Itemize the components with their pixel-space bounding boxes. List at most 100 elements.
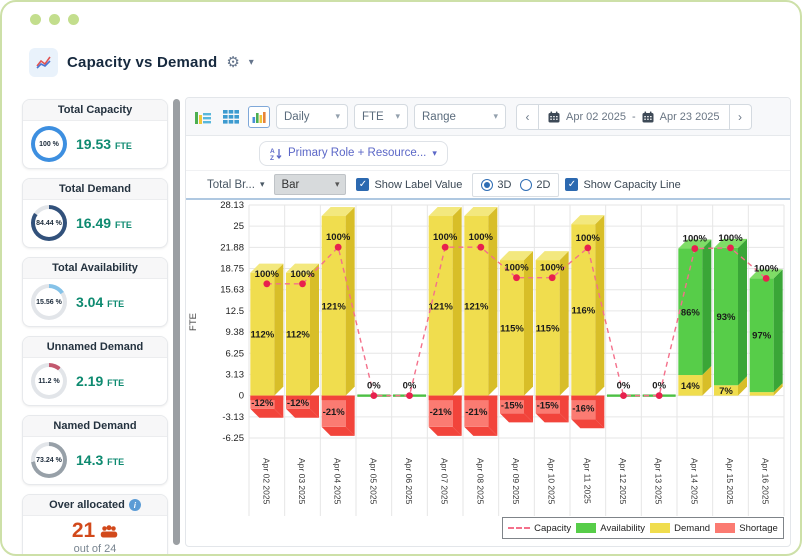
capacity-label: 0% — [652, 381, 666, 392]
stat-card-title: Named Demand — [23, 416, 167, 437]
legend-dash-swatch — [508, 527, 531, 529]
window-dot[interactable] — [68, 14, 79, 25]
show-capacity-line-checkbox[interactable]: ✓ — [565, 178, 579, 191]
availability-label: 93% — [716, 312, 736, 323]
capacity-point[interactable] — [513, 274, 520, 282]
capacity-point[interactable] — [477, 243, 485, 251]
view-toggle-bar-chart-icon[interactable] — [248, 105, 270, 128]
info-icon[interactable]: i — [128, 499, 141, 511]
legend-item[interactable]: Demand — [650, 523, 710, 534]
y-tick-label: 25 — [233, 221, 244, 232]
x-tick-label: Apr 09 2025 — [511, 458, 521, 505]
capacity-point[interactable] — [263, 280, 271, 288]
over-allocated-card: Over allocated i 21 out of 24 — [22, 494, 168, 554]
stat-card-body: 100 % 19.53 FTE — [23, 121, 167, 168]
demand-label: 121% — [464, 301, 489, 312]
stat-value: 19.53 FTE — [76, 136, 132, 152]
capacity-label: 100% — [683, 234, 708, 245]
capacity-point[interactable] — [441, 243, 449, 251]
unit-value: FTE — [362, 110, 384, 123]
chevron-down-icon: ▾ — [432, 147, 437, 158]
vertical-scrollbar[interactable] — [173, 99, 180, 545]
chevron-down-icon[interactable]: ▾ — [249, 57, 254, 68]
radio-2d[interactable] — [520, 178, 533, 191]
shortage-label: -12% — [287, 398, 310, 409]
breakdown-value: Total Br... — [207, 178, 255, 191]
mode-select[interactable]: Range ▾ — [414, 104, 506, 129]
capacity-chart: 28.132521.8818.7515.6312.59.386.253.130-… — [188, 200, 785, 516]
legend-label: Demand — [674, 522, 711, 534]
legend-item[interactable]: Shortage — [715, 523, 778, 534]
capacity-point[interactable] — [370, 392, 378, 400]
dimension-radio-group: 3D 2D — [472, 172, 560, 197]
page-header: Capacity vs Demand ⚙ ▾ — [29, 48, 254, 77]
radio-3d[interactable] — [481, 178, 494, 191]
demand-label: 115% — [536, 323, 560, 334]
capacity-point[interactable] — [727, 244, 734, 252]
capacity-point[interactable] — [655, 392, 663, 400]
shortage-label: -21% — [323, 407, 346, 418]
capacity-label: 100% — [754, 263, 779, 274]
legend-box-swatch — [715, 523, 736, 533]
grouping-value: Primary Role + Resource... — [288, 147, 427, 159]
radio-2d-label: 2D — [536, 178, 551, 191]
stat-donut-hole: 100 % — [35, 130, 63, 158]
capacity-point[interactable] — [584, 244, 592, 252]
breakdown-dropdown[interactable]: Total Br... ▾ — [207, 179, 264, 191]
bar-shortage-cap — [571, 395, 605, 401]
x-tick-label: Apr 11 2025 — [582, 458, 592, 504]
stat-card-body: 15.56 % 3.04 FTE — [23, 279, 167, 326]
bar-shortage-cap — [500, 395, 533, 401]
capacity-point[interactable] — [762, 274, 770, 282]
window-dot[interactable] — [30, 14, 41, 25]
over-allocated-title: Over allocated — [49, 499, 125, 511]
shortage-label: -16% — [572, 403, 595, 414]
view-toggle-grid-icon[interactable] — [220, 106, 242, 128]
x-tick-label: Apr 12 2025 — [618, 458, 628, 505]
legend-item[interactable]: Availability — [576, 523, 645, 534]
capacity-point[interactable] — [548, 274, 556, 282]
capacity-point[interactable] — [334, 243, 342, 251]
stat-donut: 73.24 % — [31, 442, 67, 478]
capacity-point[interactable] — [620, 392, 627, 400]
demand-label: 115% — [500, 323, 524, 334]
page-title: Capacity vs Demand — [67, 54, 218, 71]
grouping-dropdown[interactable]: A Z Primary Role + Resource... ▾ — [259, 140, 448, 166]
show-label-value-checkbox[interactable]: ✓ — [356, 178, 370, 191]
capacity-point[interactable] — [691, 245, 699, 252]
x-tick-label: Apr 16 2025 — [761, 458, 771, 505]
date-from[interactable]: Apr 02 2025 — [566, 111, 626, 123]
stat-card: Total Capacity 100 % 19.53 FTE — [22, 99, 168, 169]
shortage-label: -21% — [465, 407, 488, 418]
capacity-point[interactable] — [299, 280, 306, 288]
granularity-select[interactable]: Daily ▾ — [276, 104, 348, 129]
stat-percent: 11.2 % — [38, 377, 60, 385]
capacity-label: 0% — [617, 381, 631, 392]
y-axis-label: FTE — [188, 313, 199, 331]
legend-item[interactable]: Capacity — [508, 523, 571, 534]
date-next-button[interactable]: › — [728, 104, 751, 129]
stat-card-title: Unnamed Demand — [23, 337, 167, 358]
chevron-down-icon: ▾ — [334, 179, 340, 189]
legend-box-swatch — [650, 523, 671, 533]
capacity-label: 0% — [367, 381, 381, 392]
stat-card-body: 84.44 % 16.49 FTE — [23, 200, 167, 247]
view-toggle-gantt-icon[interactable] — [192, 106, 214, 128]
chart-type-select[interactable]: Bar ▾ — [274, 174, 347, 195]
window-dot[interactable] — [49, 14, 60, 25]
chevron-down-icon: ▾ — [335, 111, 340, 121]
x-tick-label: Apr 03 2025 — [297, 458, 307, 505]
stat-card: Named Demand 73.24 % 14.3 FTE — [22, 415, 168, 485]
sort-az-icon: A Z — [270, 148, 282, 160]
stat-donut-hole: 11.2 % — [35, 367, 63, 395]
unit-select[interactable]: FTE ▾ — [354, 104, 408, 129]
capacity-point[interactable] — [406, 392, 413, 400]
stat-card-title: Total Capacity — [23, 100, 167, 121]
x-tick-label: Apr 14 2025 — [689, 458, 699, 505]
bar-demand[interactable] — [749, 392, 774, 396]
gear-icon[interactable]: ⚙ — [226, 55, 239, 70]
stat-percent: 84.44 % — [36, 219, 62, 227]
bar-demand-side — [310, 263, 319, 396]
date-prev-button[interactable]: ‹ — [517, 104, 539, 129]
date-to[interactable]: Apr 23 2025 — [660, 111, 720, 123]
